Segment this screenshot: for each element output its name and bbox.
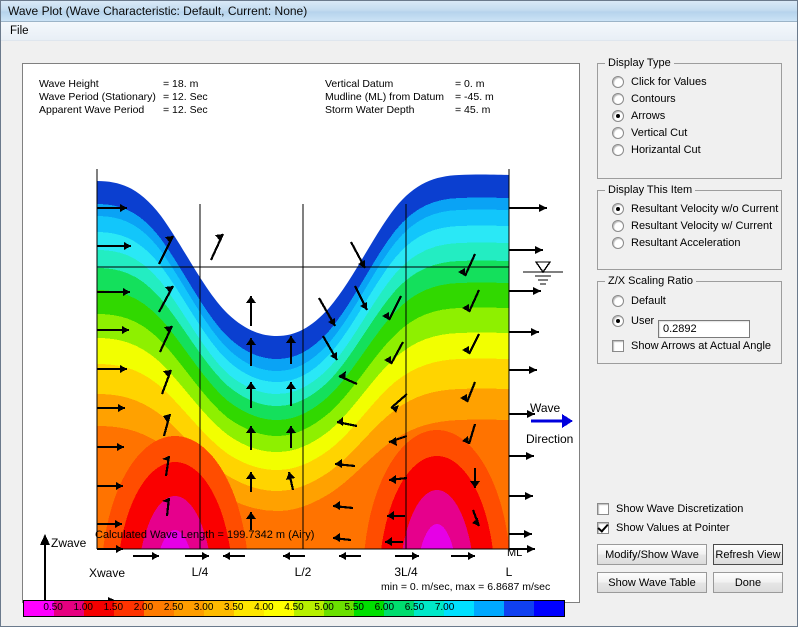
color-bar-tick-label: 7.00 xyxy=(435,602,454,613)
color-bar-tick-label: 1.00 xyxy=(73,602,92,613)
radio-label: Vertical Cut xyxy=(631,127,687,139)
wave-direction-arrow xyxy=(531,414,573,428)
radio-indicator xyxy=(612,127,624,139)
color-bar-tick-label: 0.50 xyxy=(43,602,62,613)
radio-resultant-velocity-wo-current[interactable]: Resultant Velocity w/o Current xyxy=(612,200,781,217)
checkbox-show-values-at-pointer[interactable]: Show Values at Pointer xyxy=(597,522,730,534)
mudline-label: ML xyxy=(507,547,522,559)
group-display-type: Display Type Click for Values Contours A… xyxy=(597,63,782,179)
color-bar-tick-label: 4.00 xyxy=(254,602,273,613)
radio-indicator xyxy=(612,237,624,249)
checkbox-indicator xyxy=(597,522,609,534)
radio-indicator xyxy=(612,203,624,215)
zx-user-value-input[interactable]: 0.2892 xyxy=(658,320,750,338)
x-tick-3l4: 3L/4 xyxy=(394,565,418,579)
radio-arrows[interactable]: Arrows xyxy=(612,107,781,124)
x-tick-l: L xyxy=(506,565,513,579)
group-zx-scaling-legend: Z/X Scaling Ratio xyxy=(605,275,696,287)
color-bar-tick-label: 1.50 xyxy=(104,602,123,613)
radio-indicator xyxy=(612,315,624,327)
checkbox-label: Show Wave Discretization xyxy=(616,503,743,515)
modify-show-wave-button[interactable]: Modify/Show Wave xyxy=(597,544,707,565)
group-display-this-item-legend: Display This Item xyxy=(605,184,695,196)
radio-resultant-acceleration[interactable]: Resultant Acceleration xyxy=(612,234,781,251)
plot-panel[interactable]: Wave Height = 18. m Wave Period (Station… xyxy=(22,63,580,603)
client-area: Wave Height = 18. m Wave Period (Station… xyxy=(1,41,797,626)
radio-label: Click for Values xyxy=(631,76,707,88)
radio-resultant-velocity-w-current[interactable]: Resultant Velocity w/ Current xyxy=(612,217,781,234)
radio-indicator xyxy=(612,220,624,232)
radio-label: Contours xyxy=(631,93,676,105)
radio-indicator xyxy=(612,93,624,105)
refresh-view-button[interactable]: Refresh View xyxy=(713,544,783,565)
window-title: Wave Plot (Wave Characteristic: Default,… xyxy=(1,4,307,18)
group-display-this-item: Display This Item Resultant Velocity w/o… xyxy=(597,190,782,270)
color-bar-tick-label: 5.50 xyxy=(344,602,363,613)
checkbox-show-arrows-actual-angle[interactable]: Show Arrows at Actual Angle xyxy=(612,337,781,354)
wave-direction-label-bottom: Direction xyxy=(526,432,573,446)
radio-contours[interactable]: Contours xyxy=(612,90,781,107)
radio-indicator xyxy=(612,110,624,122)
checkbox-indicator xyxy=(597,503,609,515)
wave-field-plot[interactable]: Zwave Xwave ML Wave Direction Calculated… xyxy=(23,64,579,602)
radio-vertical-cut[interactable]: Vertical Cut xyxy=(612,124,781,141)
radio-label: User xyxy=(631,315,654,327)
wave-plot-window: Wave Plot (Wave Characteristic: Default,… xyxy=(0,0,798,627)
checkbox-label: Show Arrows at Actual Angle xyxy=(631,340,771,352)
radio-indicator xyxy=(612,295,624,307)
radio-label: Resultant Velocity w/ Current xyxy=(631,220,772,232)
color-bar-tick-label: 5.00 xyxy=(314,602,333,613)
group-display-type-legend: Display Type xyxy=(605,57,674,69)
calculated-wave-length-note: Calculated Wave Length = 199.7342 m (Air… xyxy=(95,529,314,541)
color-bar-tick-label: 6.00 xyxy=(375,602,394,613)
color-bar-tick-label: 2.00 xyxy=(134,602,153,613)
radio-click-for-values[interactable]: Click for Values xyxy=(612,73,781,90)
radio-scaling-default[interactable]: Default xyxy=(612,292,781,309)
checkbox-indicator xyxy=(612,340,624,352)
done-button[interactable]: Done xyxy=(713,572,783,593)
radio-indicator xyxy=(612,144,624,156)
radio-horizantal-cut[interactable]: Horizantal Cut xyxy=(612,141,781,158)
x-tick-l2: L/2 xyxy=(295,565,312,579)
color-bar-tick-label: 4.50 xyxy=(284,602,303,613)
radio-label: Horizantal Cut xyxy=(631,144,701,156)
color-bar-tick-label: 3.00 xyxy=(194,602,213,613)
color-bar-tick-label: 6.50 xyxy=(405,602,424,613)
checkbox-show-wave-discretization[interactable]: Show Wave Discretization xyxy=(597,503,743,515)
checkbox-label: Show Values at Pointer xyxy=(616,522,730,534)
minmax-readout: min = 0. m/sec, max = 6.8687 m/sec xyxy=(381,581,550,593)
menu-bar: File xyxy=(1,22,797,41)
x-tick-l4: L/4 xyxy=(192,565,209,579)
menu-item-file[interactable]: File xyxy=(1,23,38,39)
color-bar-tick-label: 2.50 xyxy=(164,602,183,613)
radio-label: Default xyxy=(631,295,666,307)
radio-label: Resultant Acceleration xyxy=(631,237,740,249)
zwave-axis-label: Zwave xyxy=(51,536,87,550)
radio-indicator xyxy=(612,76,624,88)
color-bar-tick-label: 3.50 xyxy=(224,602,243,613)
xwave-axis-label: Xwave xyxy=(89,566,125,580)
color-bar-labels: 0.50 1.00 1.50 2.00 2.50 3.00 3.50 4.00 4.50 5.00… xyxy=(23,600,565,617)
radio-label: Resultant Velocity w/o Current xyxy=(631,203,778,215)
show-wave-table-button[interactable]: Show Wave Table xyxy=(597,572,707,593)
title-bar: Wave Plot (Wave Characteristic: Default,… xyxy=(1,1,797,22)
radio-label: Arrows xyxy=(631,110,665,122)
wave-direction-label-top: Wave xyxy=(530,401,561,415)
still-water-level-icon xyxy=(523,262,563,284)
